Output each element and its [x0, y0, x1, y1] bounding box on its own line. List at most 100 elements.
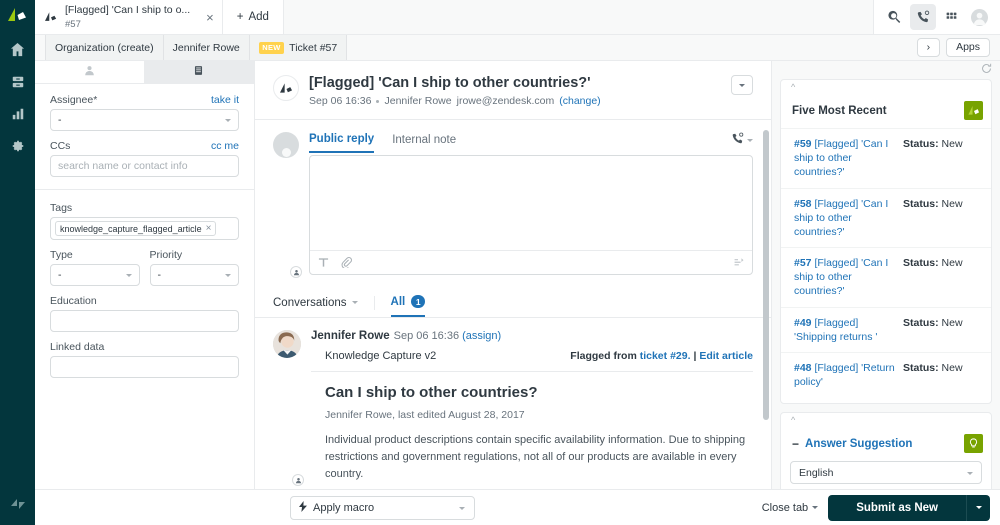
- workspace-body: Assignee* take it - CCs cc me search nam…: [35, 61, 1000, 489]
- linked-data-input[interactable]: [50, 356, 239, 378]
- remove-tag-icon[interactable]: ×: [206, 223, 212, 234]
- apply-macro-button[interactable]: Apply macro: [290, 495, 475, 520]
- breadcrumb-item-user[interactable]: Jennifer Rowe: [163, 35, 250, 60]
- article-body: Individual product descriptions contain …: [325, 434, 746, 481]
- reporting-icon: [11, 107, 25, 124]
- breadcrumb-item-organization[interactable]: Organization (create): [45, 35, 164, 60]
- add-tab-button[interactable]: + Add: [222, 0, 284, 34]
- channel-selector[interactable]: [731, 132, 753, 154]
- tab-internal-note[interactable]: Internal note: [392, 134, 456, 152]
- language-select[interactable]: English: [790, 461, 982, 485]
- collapse-caret-answer[interactable]: ^: [781, 413, 991, 426]
- talk-icon[interactable]: [910, 4, 936, 30]
- reply-textarea[interactable]: [310, 156, 752, 250]
- ccs-label: CCs: [50, 140, 71, 152]
- avatar-head-shape: [281, 148, 291, 157]
- assignee-select[interactable]: -: [50, 109, 239, 131]
- priority-field: Priority -: [149, 249, 239, 286]
- collapse-minus-icon[interactable]: −: [792, 438, 799, 450]
- type-select[interactable]: -: [50, 264, 140, 286]
- conversations-filter-label: Conversations: [273, 296, 347, 309]
- products-grid-icon[interactable]: [938, 4, 964, 30]
- nav-home[interactable]: [0, 35, 35, 67]
- ticket-date: Sep 06 16:36: [309, 95, 372, 107]
- list-item[interactable]: #48 [Flagged] 'Return policy' Status: Ne…: [781, 351, 991, 397]
- recent-ticket-link[interactable]: #57 [Flagged] 'Can I ship to other count…: [794, 256, 895, 299]
- conversations-filter[interactable]: Conversations: [273, 297, 358, 316]
- ticket-tab-57[interactable]: [Flagged] 'Can I ship to o... #57 ×: [35, 0, 223, 34]
- close-tab-button[interactable]: Close tab: [762, 502, 819, 514]
- list-item[interactable]: #58 [Flagged] 'Can I ship to other count…: [781, 187, 991, 248]
- tags-field: Tags knowledge_capture_flagged_article ×: [50, 202, 239, 240]
- scrollbar-thumb[interactable]: [763, 130, 769, 420]
- user-avatar-icon[interactable]: [966, 4, 992, 30]
- ccs-input[interactable]: search name or contact info: [50, 155, 239, 177]
- agent-badge-icon: [292, 474, 304, 487]
- tag-chip[interactable]: knowledge_capture_flagged_article ×: [55, 221, 217, 236]
- flagged-from-label: Flagged from: [570, 350, 637, 362]
- collapse-caret-recent[interactable]: ^: [781, 80, 991, 93]
- apps-button[interactable]: Apps: [946, 37, 990, 58]
- priority-select[interactable]: -: [149, 264, 239, 286]
- nav-admin[interactable]: [0, 131, 35, 163]
- knowledge-capture-app-name: Knowledge Capture v2: [325, 350, 437, 362]
- attachment-icon[interactable]: [341, 257, 352, 268]
- properties-divider: [35, 189, 254, 190]
- resize-handle-icon[interactable]: [732, 257, 744, 268]
- submit-options-button[interactable]: [966, 494, 990, 521]
- expand-panel-button[interactable]: ›: [916, 37, 941, 58]
- source-ticket-link[interactable]: ticket #29.: [640, 350, 691, 362]
- breadcrumb-item-ticket[interactable]: NEW Ticket #57: [249, 35, 348, 60]
- recent-ticket-link[interactable]: #58 [Flagged] 'Can I ship to other count…: [794, 197, 895, 240]
- ccs-field: CCs cc me search name or contact info: [50, 140, 239, 177]
- close-tab-icon[interactable]: ×: [196, 11, 214, 24]
- list-item[interactable]: #57 [Flagged] 'Can I ship to other count…: [781, 247, 991, 307]
- ticket-tab-strip: [Flagged] 'Can I ship to o... #57 × + Ad…: [35, 0, 1000, 35]
- recent-ticket-status: Status: New: [903, 197, 981, 240]
- answer-suggestion-title[interactable]: Answer Suggestion: [805, 438, 912, 450]
- tab-public-reply[interactable]: Public reply: [309, 133, 375, 153]
- recent-ticket-id: #58: [794, 197, 812, 210]
- assign-link[interactable]: (assign): [462, 330, 501, 342]
- linked-data-field: Linked data: [50, 341, 239, 378]
- zendesk-logo-icon[interactable]: [8, 8, 27, 25]
- list-item[interactable]: #49 [Flagged] 'Shipping returns ' Status…: [781, 306, 991, 352]
- education-field: Education: [50, 295, 239, 332]
- nav-views[interactable]: [0, 67, 35, 99]
- ticket-meta: Sep 06 16:36 Jennifer Rowe jrowe@zendesk…: [309, 95, 721, 107]
- tab-user[interactable]: [35, 61, 145, 83]
- ticket-options-button[interactable]: [731, 75, 753, 95]
- status-label: Status:: [903, 197, 939, 210]
- views-icon: [11, 75, 25, 92]
- breadcrumb: Organization (create) Jennifer Rowe NEW …: [35, 35, 1000, 61]
- recent-ticket-link[interactable]: #49 [Flagged] 'Shipping returns ': [794, 316, 895, 344]
- properties-form: Assignee* take it - CCs cc me search nam…: [35, 84, 254, 387]
- text-format-icon[interactable]: [318, 257, 329, 268]
- apply-macro-label: Apply macro: [313, 501, 375, 514]
- status-value: New: [941, 197, 963, 210]
- take-it-link[interactable]: take it: [211, 94, 239, 106]
- article-byline: Jennifer Rowe, last edited August 28, 20…: [325, 409, 525, 421]
- submit-button[interactable]: Submit as New: [828, 494, 966, 521]
- comment-header: Jennifer Rowe Sep 06 16:36 (assign): [311, 330, 753, 342]
- cc-me-link[interactable]: cc me: [211, 140, 239, 152]
- change-requester-link[interactable]: (change): [559, 95, 600, 107]
- header-actions: [873, 0, 1000, 34]
- education-input[interactable]: [50, 310, 239, 332]
- ticket-requester: Jennifer Rowe: [384, 95, 452, 107]
- chevron-down-icon: [739, 83, 745, 87]
- scrollbar[interactable]: [763, 120, 769, 489]
- tags-input[interactable]: knowledge_capture_flagged_article ×: [50, 217, 239, 240]
- priority-label: Priority: [149, 249, 183, 261]
- search-icon[interactable]: [882, 4, 908, 30]
- recent-ticket-link[interactable]: #48 [Flagged] 'Return policy': [794, 361, 895, 389]
- tab-all-conversations[interactable]: All 1: [390, 295, 426, 317]
- edit-article-link[interactable]: Edit article: [699, 350, 753, 362]
- list-item[interactable]: #59 [Flagged] 'Can I ship to other count…: [781, 128, 991, 188]
- refresh-icon[interactable]: [981, 63, 992, 77]
- assignee-label: Assignee*: [50, 94, 98, 106]
- zendesk-z-icon[interactable]: [10, 496, 26, 515]
- recent-ticket-link[interactable]: #59 [Flagged] 'Can I ship to other count…: [794, 137, 895, 180]
- tab-organization[interactable]: [144, 61, 254, 83]
- nav-reporting[interactable]: [0, 99, 35, 131]
